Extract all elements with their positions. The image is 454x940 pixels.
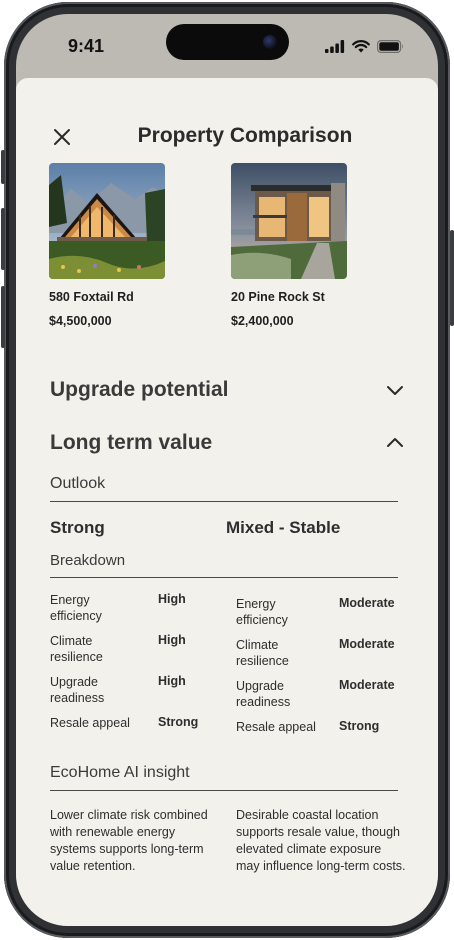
- status-bar: 9:41: [16, 14, 438, 80]
- volume-down-button: [1, 286, 5, 348]
- status-icons: [325, 40, 404, 53]
- comparison-sheet: Property Comparison 580 Foxtail Rd $4,50…: [16, 78, 438, 926]
- metric-label: Climate resilience: [50, 634, 103, 664]
- metric-value: Moderate: [339, 637, 395, 651]
- section-title: Long term value: [50, 431, 213, 454]
- metric-label: Upgrade readiness: [50, 675, 105, 705]
- insight-text: Lower climate risk combined with renewab…: [50, 808, 208, 873]
- metric-value: High: [158, 633, 186, 647]
- metric-value: Moderate: [339, 678, 395, 692]
- section-upgrade-potential[interactable]: Upgrade potential: [50, 375, 404, 405]
- metric-value: Strong: [158, 715, 199, 729]
- battery-icon: [377, 40, 403, 53]
- insight-text: Desirable coastal location supports resa…: [236, 808, 406, 873]
- wifi-icon: [352, 40, 370, 53]
- camera-icon: [263, 35, 277, 49]
- chevron-down-icon[interactable]: [386, 381, 404, 399]
- metric-value: High: [158, 674, 186, 688]
- insight-heading: EcoHome AI insight: [50, 764, 398, 791]
- outlook-heading: Outlook: [50, 475, 398, 502]
- property-price: $2,400,000: [231, 314, 294, 328]
- property-photo-cabin: [49, 163, 165, 279]
- property-card-1[interactable]: 580 Foxtail Rd $4,500,000: [49, 163, 179, 328]
- metric-label: Resale appeal: [236, 720, 316, 734]
- status-time: 9:41: [68, 36, 105, 56]
- outlook-value: Strong: [50, 518, 105, 537]
- action-button: [1, 150, 5, 184]
- section-long-term-value[interactable]: Long term value: [50, 428, 404, 458]
- breakdown-heading: Breakdown: [50, 552, 398, 578]
- property-address: 20 Pine Rock St: [231, 290, 325, 304]
- power-button: [450, 230, 454, 326]
- metric-label: Energy efficiency: [236, 597, 288, 627]
- property-photo-modern-house: [231, 163, 347, 279]
- volume-up-button: [1, 208, 5, 270]
- metric-value: High: [158, 592, 186, 606]
- metric-label: Resale appeal: [50, 716, 130, 730]
- metric-value: Moderate: [339, 596, 395, 610]
- metric-label: Upgrade readiness: [236, 679, 291, 709]
- property-card-2[interactable]: 20 Pine Rock St $2,400,000: [231, 163, 361, 328]
- metric-label: Climate resilience: [236, 638, 289, 668]
- metric-value: Strong: [339, 719, 380, 733]
- property-address: 580 Foxtail Rd: [49, 290, 134, 304]
- dynamic-island: [166, 24, 289, 60]
- cellular-signal-icon: [325, 40, 345, 53]
- page-title: Property Comparison: [137, 124, 353, 147]
- section-title: Upgrade potential: [50, 378, 229, 401]
- property-price: $4,500,000: [49, 314, 112, 328]
- outlook-value: Mixed - Stable: [226, 518, 341, 537]
- screen: 9:41 Property Comparison 580 Foxtail Rd …: [16, 14, 438, 926]
- chevron-up-icon[interactable]: [386, 434, 404, 452]
- metric-label: Energy efficiency: [50, 593, 102, 623]
